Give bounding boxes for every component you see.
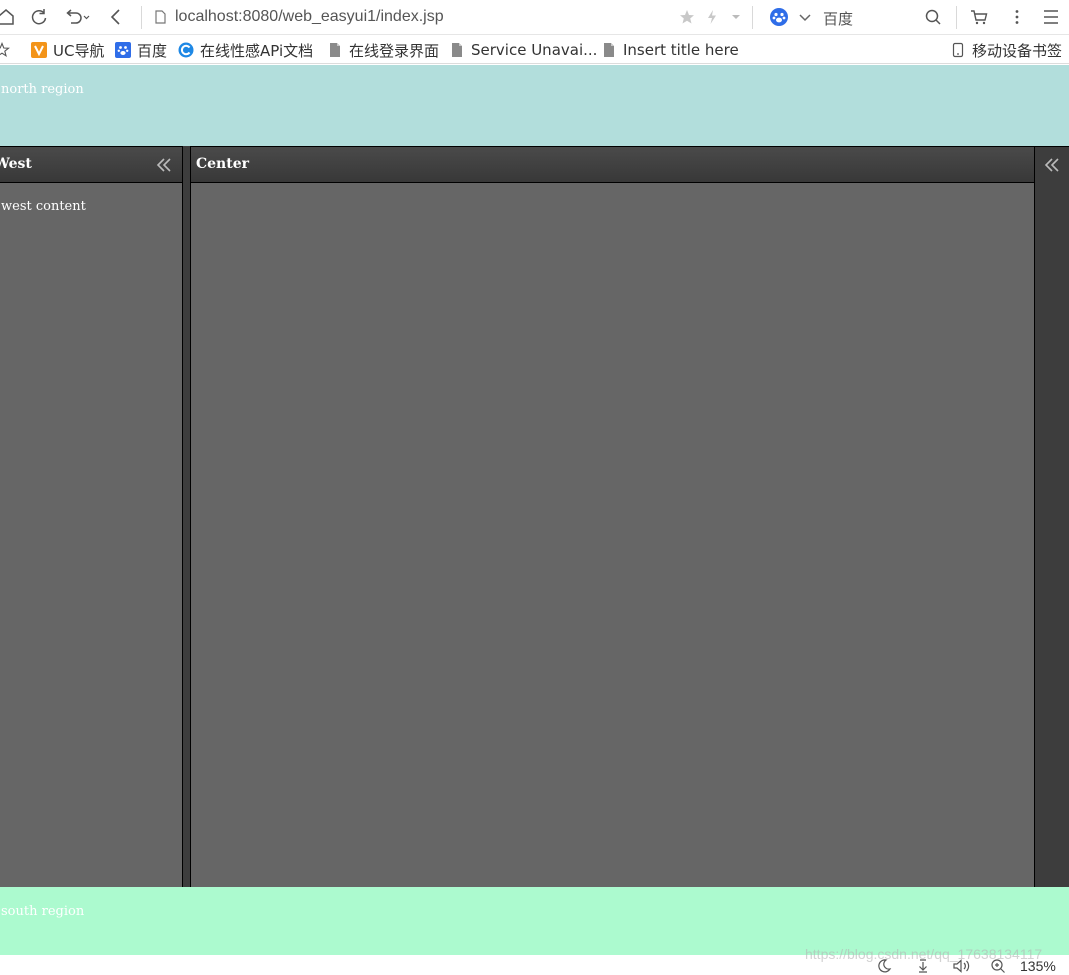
collapse-west-icon[interactable]	[155, 156, 173, 174]
west-splitter[interactable]	[183, 146, 190, 887]
c-logo-icon	[178, 42, 194, 58]
lightning-icon[interactable]	[702, 7, 722, 27]
south-region-text: south region	[1, 904, 85, 919]
mobile-device-icon	[950, 42, 966, 58]
north-region: north region	[0, 65, 1069, 146]
more-vertical-icon[interactable]	[1007, 7, 1027, 27]
page-icon	[449, 42, 465, 58]
toolbar-divider	[141, 6, 142, 29]
cart-icon[interactable]	[969, 7, 989, 27]
address-bar[interactable]: localhost:8080/web_easyui1/index.jsp	[175, 8, 444, 26]
page-icon	[601, 42, 617, 58]
bookmark-item[interactable]: Service Unavai...	[449, 39, 597, 61]
north-region-text: north region	[1, 82, 84, 97]
mobile-bookmarks[interactable]: 移动设备书签	[950, 39, 1062, 61]
search-icon[interactable]	[923, 7, 943, 27]
bookmark-item[interactable]: UC导航	[31, 39, 104, 61]
bookmark-label: 在线性感APi文档	[200, 41, 314, 60]
home-icon[interactable]	[0, 7, 16, 27]
browser-toolbar: localhost:8080/web_easyui1/index.jsp 百度	[0, 0, 1069, 35]
west-panel-title: West	[0, 156, 32, 172]
bookmarks-bar: UC导航 百度 在线性感APi文档 在线登录界面 Service Unavai.…	[0, 35, 1069, 64]
west-panel: West west content	[0, 146, 183, 887]
bookmark-label: UC导航	[53, 41, 105, 60]
center-panel: Center	[190, 146, 1035, 887]
bookmark-label: Service Unavai...	[471, 41, 598, 59]
reload-icon[interactable]	[29, 7, 49, 27]
chevron-down-icon[interactable]	[795, 7, 815, 27]
page-icon	[153, 9, 167, 25]
bookmark-label: 在线登录界面	[349, 41, 440, 60]
bookmark-item[interactable]: 在线登录界面	[327, 39, 439, 61]
west-panel-content: west content	[1, 199, 86, 214]
search-engine-input[interactable]: 百度	[823, 8, 853, 29]
baidu-search-icon[interactable]	[769, 7, 789, 27]
undo-close-tab-icon[interactable]	[64, 7, 92, 27]
center-panel-title: Center	[196, 156, 249, 172]
bookmark-item[interactable]: 百度	[115, 39, 167, 61]
baidu-icon	[115, 42, 131, 58]
uc-nav-icon	[31, 42, 47, 58]
dropdown-arrow-icon[interactable]	[726, 7, 746, 27]
bookmark-label: Insert title here	[623, 41, 739, 59]
expand-east-icon[interactable]	[1043, 156, 1061, 174]
toolbar-divider	[956, 6, 957, 29]
watermark: https://blog.csdn.net/qq_17638134117	[805, 946, 1043, 962]
west-panel-header: West	[0, 147, 182, 183]
back-icon[interactable]	[106, 7, 126, 27]
bookmark-item[interactable]: Insert title here	[601, 39, 739, 61]
south-region: south region	[0, 887, 1069, 955]
star-icon[interactable]	[677, 7, 697, 27]
toolbar-divider	[752, 6, 753, 29]
bookmark-star-icon[interactable]	[0, 39, 10, 61]
page-icon	[327, 42, 343, 58]
bookmark-label: 移动设备书签	[972, 41, 1063, 60]
bookmark-label: 百度	[137, 41, 168, 60]
east-panel-collapsed[interactable]	[1035, 146, 1069, 887]
bookmark-item[interactable]: 在线性感APi文档	[178, 39, 313, 61]
center-panel-header: Center	[191, 147, 1034, 183]
menu-icon[interactable]	[1041, 7, 1061, 27]
